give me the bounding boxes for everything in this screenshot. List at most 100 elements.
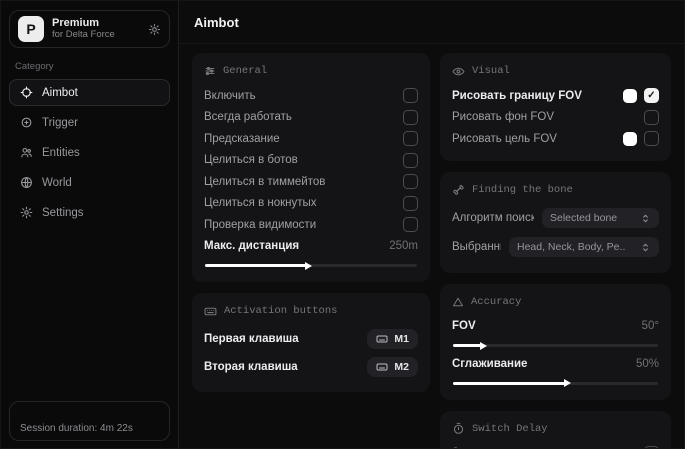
setting-label: Рисовать цель FOV <box>452 133 615 145</box>
checkbox[interactable] <box>403 174 418 189</box>
setting-label: Рисовать фон FOV <box>452 111 636 123</box>
checkbox[interactable] <box>403 88 418 103</box>
keyboard-icon <box>376 361 388 373</box>
gear-icon <box>20 206 33 219</box>
session-card: Session duration: 4m 22s <box>9 401 170 441</box>
visual-row-fov-target: Рисовать цель FOV <box>452 128 659 150</box>
setting-label: Проверка видимости <box>204 219 395 231</box>
setting-value: 250m <box>389 240 418 252</box>
panel-activation-buttons: Activation buttons Первая клавиша M1 Вто… <box>192 293 430 392</box>
sidebar-item-trigger[interactable]: Trigger <box>9 109 170 136</box>
accuracy-row-smoothing: Сглаживание 50% <box>452 353 659 375</box>
sidebar-item-world[interactable]: World <box>9 169 170 196</box>
panel-visual: Visual Рисовать границу FOV Рисовать фон… <box>440 53 671 161</box>
timer-icon <box>452 422 465 435</box>
sidebar-item-entities[interactable]: Entities <box>9 139 170 166</box>
fov-slider[interactable] <box>453 344 658 347</box>
panel-accuracy-title: Accuracy <box>452 293 659 311</box>
setting-row-visibility-check: Проверка видимости <box>204 214 418 236</box>
keyboard-icon <box>376 333 388 345</box>
setting-value: 50% <box>636 358 659 370</box>
globe-icon <box>20 176 33 189</box>
checkbox[interactable] <box>403 196 418 211</box>
entities-icon <box>20 146 33 159</box>
panel-finding-bone: Finding the bone Алгоритм поиска костей … <box>440 172 671 273</box>
sidebar-item-settings[interactable]: Settings <box>9 199 170 226</box>
checkbox[interactable] <box>403 153 418 168</box>
keybind-row-second: Вторая клавиша M2 <box>204 353 418 381</box>
sidebar-item-label: World <box>42 177 72 189</box>
panel-general: General Включить Всегда работать Предска… <box>192 53 430 282</box>
keybind-button-m1[interactable]: M1 <box>367 329 418 349</box>
keybind-button-m2[interactable]: M2 <box>367 357 418 377</box>
page-title: Aimbot <box>194 15 239 30</box>
slider-thumb[interactable] <box>564 379 571 387</box>
chevron-up-down-icon <box>640 242 651 253</box>
select-value: Head, Neck, Body, Pe.. <box>517 241 633 253</box>
setting-label: Целиться в тиммейтов <box>204 176 395 188</box>
content: General Включить Всегда работать Предска… <box>179 44 684 448</box>
setting-label: Целиться в нокнутых <box>204 197 395 209</box>
setting-row-always-work: Всегда работать <box>204 107 418 129</box>
accuracy-row-fov: FOV 50° <box>452 316 659 338</box>
setting-label: FOV <box>452 320 634 332</box>
setting-label: Целиться в ботов <box>204 154 395 166</box>
bone-row-selected: Выбранные кости Head, Neck, Body, Pe.. <box>452 233 659 262</box>
checkbox[interactable] <box>644 131 659 146</box>
selected-bones-select[interactable]: Head, Neck, Body, Pe.. <box>509 237 659 257</box>
setting-value: 50° <box>642 320 659 332</box>
app-window: P Premium for Delta Force Category Aimbo… <box>0 0 685 449</box>
checkbox[interactable] <box>644 446 659 448</box>
setting-label: Алгоритм поиска костей <box>452 212 534 224</box>
sidebar-item-aimbot[interactable]: Aimbot <box>9 79 170 106</box>
setting-label: Сглаживание <box>452 358 628 370</box>
max-distance-slider[interactable] <box>205 264 417 267</box>
slider-thumb[interactable] <box>480 342 487 350</box>
sidebar: P Premium for Delta Force Category Aimbo… <box>1 1 179 448</box>
color-swatch[interactable] <box>623 89 637 103</box>
panel-activation-title: Activation buttons <box>204 302 418 320</box>
brand-subtitle: for Delta Force <box>52 30 140 41</box>
sidebar-item-label: Entities <box>42 147 80 159</box>
setting-label: Включить <box>204 90 395 102</box>
setting-row-aim-bots: Целиться в ботов <box>204 150 418 172</box>
setting-row-max-distance: Макс. дистанция 250m <box>204 236 418 258</box>
keybind-label: Вторая клавиша <box>204 361 359 373</box>
brand-logo: P <box>18 16 44 42</box>
crosshair-icon <box>20 86 33 99</box>
triangle-icon <box>452 296 464 308</box>
category-label: Category <box>15 61 164 72</box>
brand-text: Premium for Delta Force <box>52 17 140 41</box>
main-header: Aimbot <box>179 1 684 44</box>
sidebar-item-label: Aimbot <box>42 87 78 99</box>
brand-title: Premium <box>52 17 140 30</box>
bone-row-algorithm: Алгоритм поиска костей Selected bone <box>452 204 659 233</box>
sliders-icon <box>204 65 216 77</box>
switch-delay-toggle-row: Задержка переключения <box>452 443 659 449</box>
color-swatch[interactable] <box>623 132 637 146</box>
setting-row-aim-teammates: Целиться в тиммейтов <box>204 171 418 193</box>
checkbox[interactable] <box>644 110 659 125</box>
checkbox[interactable] <box>403 217 418 232</box>
setting-label: Выбранные кости <box>452 241 501 253</box>
brand-gear-icon[interactable] <box>148 23 161 36</box>
panel-bone-title: Finding the bone <box>452 181 659 199</box>
sidebar-item-label: Settings <box>42 207 84 219</box>
panel-switch-delay-title: Switch Delay <box>452 420 659 438</box>
setting-label: Рисовать границу FOV <box>452 90 615 102</box>
column-left: General Включить Всегда работать Предска… <box>192 53 430 439</box>
smoothing-slider[interactable] <box>453 382 658 385</box>
keybind-label: Первая клавиша <box>204 333 359 345</box>
visual-row-fov-background: Рисовать фон FOV <box>452 107 659 129</box>
checkbox[interactable] <box>403 131 418 146</box>
setting-row-enable: Включить <box>204 85 418 107</box>
checkbox[interactable] <box>644 88 659 103</box>
bone-algorithm-select[interactable]: Selected bone <box>542 208 659 228</box>
checkbox[interactable] <box>403 110 418 125</box>
trigger-icon <box>20 116 33 129</box>
keybind-row-first: Первая клавиша M1 <box>204 325 418 353</box>
slider-thumb[interactable] <box>305 262 312 270</box>
column-right: Visual Рисовать границу FOV Рисовать фон… <box>440 53 671 439</box>
chevron-up-down-icon <box>640 213 651 224</box>
keyboard-icon <box>204 305 217 318</box>
